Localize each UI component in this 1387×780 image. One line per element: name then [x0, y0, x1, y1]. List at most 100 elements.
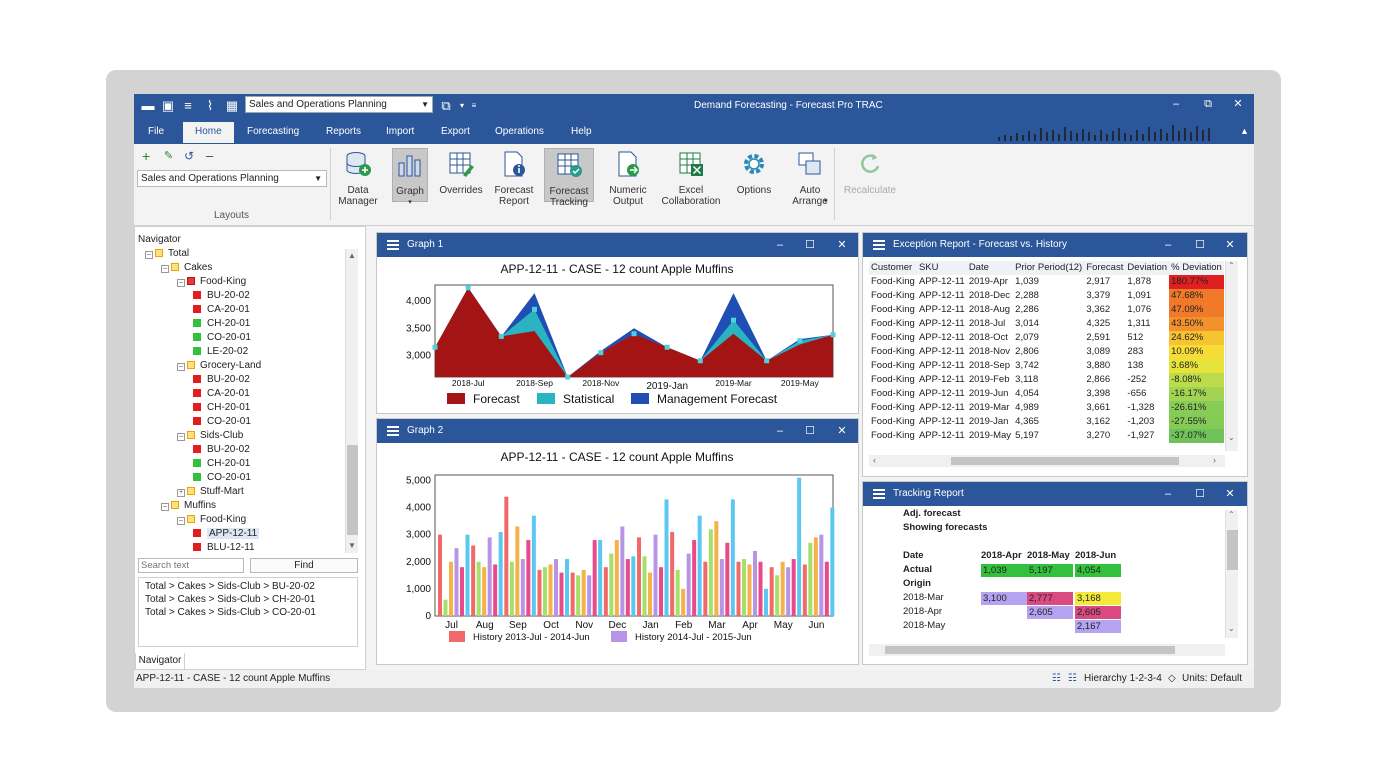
database-icon[interactable]: ≡ [180, 98, 196, 114]
tree-item[interactable]: CH-20-01 [193, 401, 250, 414]
tree-item[interactable]: – Grocery-Land [177, 359, 261, 372]
close-icon[interactable]: ✕ [1228, 96, 1248, 112]
recalculate-button[interactable]: Recalculate [840, 148, 900, 196]
scroll-up-icon[interactable]: ⌃ [1228, 510, 1235, 519]
tab-operations[interactable]: Operations [495, 126, 544, 137]
scroll-thumb[interactable] [347, 445, 358, 535]
minimize-icon[interactable]: – [1159, 482, 1177, 506]
close-icon[interactable]: ✕ [1221, 482, 1239, 506]
tab-file[interactable]: File [148, 126, 164, 137]
collapse-icon[interactable]: – [161, 503, 169, 511]
tab-reports[interactable]: Reports [326, 126, 361, 137]
tree-item[interactable]: BU-20-02 [193, 443, 250, 456]
edit-icon[interactable]: ✎ [164, 150, 173, 162]
restore-icon[interactable]: ⧉ [1198, 96, 1218, 112]
hierarchy-icon[interactable]: ☷ [1052, 670, 1061, 688]
find-button[interactable]: Find [250, 558, 358, 573]
auto-arrange-button[interactable]: Auto Arrange ▾ [788, 148, 832, 207]
collapse-ribbon-icon[interactable]: ▲ [1240, 126, 1249, 136]
tree-item[interactable]: BU-20-02 [193, 373, 250, 386]
tree-item[interactable]: CO-20-01 [193, 415, 251, 428]
minimize-icon[interactable]: – [771, 419, 789, 443]
scroll-right-icon[interactable]: › [1213, 455, 1216, 465]
tree-item[interactable]: CA-20-01 [193, 387, 250, 400]
table-row[interactable]: Food-King APP-12-11 2018-Jul 3,014 4,325 1,31… [869, 317, 1224, 331]
scroll-thumb[interactable] [885, 646, 1175, 654]
table-row[interactable]: Food-King APP-12-11 2019-May 5,197 3,270 -1,9… [869, 429, 1224, 443]
minimize-icon[interactable]: – [771, 233, 789, 257]
grid-icon[interactable]: ▦ [224, 98, 240, 114]
tree-item[interactable]: CH-20-01 [193, 317, 250, 330]
search-input[interactable] [138, 558, 244, 573]
column-header[interactable]: Deviation [1125, 261, 1169, 275]
table-row[interactable]: Food-King APP-12-11 2019-Mar 4,989 3,661 -1,3… [869, 401, 1224, 415]
undo-icon[interactable]: ↺ [184, 150, 194, 162]
remove-icon[interactable]: – [206, 149, 213, 162]
column-header[interactable]: % Deviation [1169, 261, 1224, 275]
open-folder-icon[interactable]: ▬ [140, 98, 156, 114]
table-row[interactable]: Food-King APP-12-11 2019-Apr 1,039 2,917 1,87… [869, 275, 1224, 289]
save-icon[interactable]: ▣ [160, 98, 176, 114]
overrides-button[interactable]: Overrides [438, 148, 484, 196]
menu-icon[interactable] [387, 240, 399, 250]
tree-item[interactable]: APP-12-11 [193, 527, 260, 540]
tracking-hscroll[interactable] [869, 644, 1225, 656]
result-item[interactable]: Total > Cakes > Sids-Club > CH-20-01 [145, 593, 351, 606]
menu-icon[interactable] [873, 240, 885, 250]
scroll-down-icon[interactable]: ▼ [348, 541, 356, 550]
minimize-icon[interactable]: – [1159, 233, 1177, 257]
exception-hscroll[interactable]: ‹ › [869, 455, 1225, 467]
expand-icon[interactable]: + [177, 489, 185, 497]
menu-icon[interactable] [387, 426, 399, 436]
tree-item[interactable]: CO-20-01 [193, 331, 251, 344]
result-item[interactable]: Total > Cakes > Sids-Club > CO-20-01 [145, 606, 351, 619]
column-header[interactable]: Customer [869, 261, 917, 275]
exception-vscroll[interactable]: ⌃ ⌄ [1225, 261, 1238, 451]
close-icon[interactable]: ✕ [1221, 233, 1239, 257]
column-header[interactable]: Forecast [1084, 261, 1125, 275]
collapse-icon[interactable]: – [177, 279, 185, 287]
table-row[interactable]: Food-King APP-12-11 2018-Aug 2,286 3,362 1,07… [869, 303, 1224, 317]
scroll-thumb[interactable] [951, 457, 1179, 465]
add-icon[interactable]: + [142, 149, 150, 163]
scroll-up-icon[interactable]: ⌃ [1228, 261, 1235, 270]
tree-item[interactable]: CH-20-01 [193, 457, 250, 470]
hierarchy-label[interactable]: Hierarchy 1-2-3-4 [1084, 670, 1162, 688]
table-row[interactable]: Food-King APP-12-11 2018-Oct 2,079 2,591 512 2… [869, 331, 1224, 345]
customize-toolbar-icon[interactable]: ≡ [466, 98, 482, 114]
scroll-left-icon[interactable]: ‹ [873, 455, 876, 465]
options-button[interactable]: Options [734, 148, 774, 196]
tree-item[interactable]: CA-20-01 [193, 303, 250, 316]
tree-item[interactable]: – Food-King [177, 275, 246, 288]
collapse-icon[interactable]: – [161, 265, 169, 273]
tree-item[interactable]: BLU-12-11 [193, 541, 255, 553]
scroll-up-icon[interactable]: ▲ [348, 251, 356, 260]
tree-item[interactable]: CO-20-01 [193, 471, 251, 484]
line-chart-icon[interactable]: ⌇ [202, 98, 218, 114]
numeric-output-button[interactable]: Numeric Output [606, 148, 650, 207]
tab-home[interactable]: Home [183, 122, 234, 143]
tab-forecasting[interactable]: Forecasting [247, 126, 299, 137]
close-icon[interactable]: ✕ [833, 233, 851, 257]
table-row[interactable]: Food-King APP-12-11 2019-Jan 4,365 3,162 -1,2… [869, 415, 1224, 429]
collapse-icon[interactable]: – [177, 363, 185, 371]
navigator-tab[interactable]: Navigator [135, 653, 185, 670]
table-row[interactable]: Food-King APP-12-11 2018-Sep 3,742 3,880 138 3… [869, 359, 1224, 373]
maximize-icon[interactable]: ☐ [801, 419, 819, 443]
graph-button[interactable]: Graph ▾ [392, 148, 428, 206]
maximize-icon[interactable]: ☐ [801, 233, 819, 257]
collapse-icon[interactable]: – [145, 251, 153, 259]
forecast-tracking-button[interactable]: Forecast Tracking [544, 148, 594, 208]
tab-help[interactable]: Help [571, 126, 592, 137]
column-header[interactable]: Prior Period(12) [1013, 261, 1084, 275]
excel-collaboration-button[interactable]: Excel Collaboration [658, 148, 724, 207]
tab-import[interactable]: Import [386, 126, 414, 137]
tree-item[interactable]: BU-20-02 [193, 289, 250, 302]
tree-item[interactable]: + Stuff-Mart [177, 485, 244, 498]
menu-icon[interactable] [873, 489, 885, 499]
tree-item[interactable]: – Sids-Club [177, 429, 243, 442]
maximize-icon[interactable]: ☐ [1191, 233, 1209, 257]
tree-item[interactable]: LE-20-02 [193, 345, 248, 358]
layout-select[interactable]: Sales and Operations Planning ▼ [245, 96, 433, 113]
table-row[interactable]: Food-King APP-12-11 2018-Dec 2,288 3,379 1,09… [869, 289, 1224, 303]
